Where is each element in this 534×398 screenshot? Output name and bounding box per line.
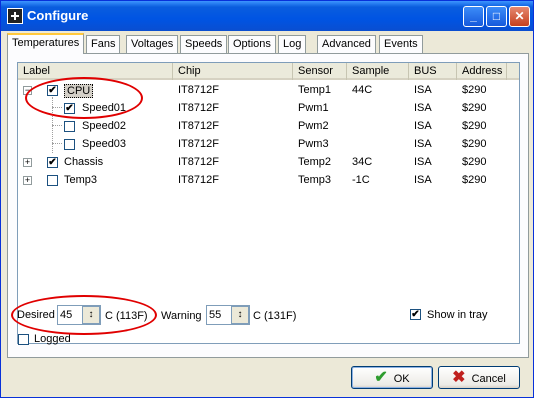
row-sensor: Temp2 [298, 156, 332, 168]
desired-spinner[interactable]: 45 ↕ [57, 305, 101, 325]
row-bus: ISA [414, 102, 432, 114]
row-sensor: Temp1 [298, 84, 332, 96]
row-checkbox[interactable]: ✔ [47, 157, 58, 168]
desired-label: Desired [17, 309, 55, 321]
configure-window: Configure _ □ ✕ Temperatures Fans Voltag… [0, 0, 534, 398]
row-sample: 34C [352, 156, 373, 168]
list-item[interactable]: + ✔ Chassis IT8712F Temp2 34C ISA $290 [18, 154, 519, 172]
warning-value[interactable]: 55 [209, 309, 221, 321]
row-address: $290 [462, 156, 487, 168]
close-button[interactable]: ✕ [509, 6, 530, 27]
desired-spin-arrows-icon[interactable]: ↕ [82, 306, 100, 324]
row-address: $290 [462, 174, 487, 186]
row-sensor: Temp3 [298, 174, 332, 186]
sensor-list[interactable]: Label Chip Sensor Sample BUS Address − ✔ C… [17, 62, 520, 344]
list-item[interactable]: ✔ Speed01 IT8712F Pwm1 ISA $290 [18, 100, 519, 118]
row-checkbox[interactable] [64, 121, 75, 132]
warning-spin-arrows-icon[interactable]: ↕ [231, 306, 249, 324]
column-sensor[interactable]: Sensor [293, 63, 347, 80]
row-bus: ISA [414, 84, 432, 96]
row-bus: ISA [414, 156, 432, 168]
row-chip: IT8712F [178, 102, 219, 114]
logged-checkbox[interactable] [18, 334, 29, 345]
column-bus[interactable]: BUS [409, 63, 457, 80]
maximize-button[interactable]: □ [486, 6, 507, 27]
row-chip: IT8712F [178, 174, 219, 186]
row-sensor: Pwm3 [298, 138, 329, 150]
warning-spinner[interactable]: 55 ↕ [206, 305, 250, 325]
list-item[interactable]: + Temp3 IT8712F Temp3 -1C ISA $290 [18, 172, 519, 190]
cancel-label: Cancel [471, 373, 506, 385]
tab-advanced[interactable]: Advanced [317, 35, 376, 53]
row-label: Temp3 [64, 174, 98, 186]
desired-value[interactable]: 45 [60, 309, 72, 321]
row-sample: 44C [352, 84, 373, 96]
column-label[interactable]: Label [18, 63, 173, 80]
cancel-x-icon: ✖ [452, 369, 466, 386]
row-chip: IT8712F [178, 156, 219, 168]
tab-log[interactable]: Log [278, 35, 307, 53]
list-header: Label Chip Sensor Sample BUS Address [18, 63, 519, 80]
row-bus: ISA [414, 174, 432, 186]
cancel-button[interactable]: ✖ Cancel [438, 366, 520, 389]
show-in-tray-checkbox[interactable]: ✔ [410, 309, 421, 320]
row-label: CPU [64, 84, 94, 98]
app-icon [7, 8, 23, 24]
tab-voltages[interactable]: Voltages [126, 35, 179, 53]
list-item[interactable]: Speed03 IT8712F Pwm3 ISA $290 [18, 136, 519, 154]
title-bar[interactable]: Configure _ □ ✕ [1, 1, 533, 31]
list-item[interactable]: Speed02 IT8712F Pwm2 ISA $290 [18, 118, 519, 136]
row-label: Speed02 [82, 120, 127, 132]
row-chip: IT8712F [178, 84, 219, 96]
ok-label: OK [393, 373, 410, 385]
row-label: Speed01 [82, 102, 127, 114]
show-in-tray-label[interactable]: Show in tray [427, 309, 488, 321]
row-bus: ISA [414, 138, 432, 150]
window-title: Configure [27, 8, 89, 23]
checkmark-icon: ✔ [374, 369, 388, 386]
warning-label: Warning [161, 310, 202, 322]
row-checkbox[interactable]: ✔ [47, 85, 58, 96]
row-sample: -1C [352, 174, 370, 186]
tab-events[interactable]: Events [379, 35, 423, 53]
row-sensor: Pwm1 [298, 102, 329, 114]
row-checkbox[interactable] [64, 139, 75, 150]
expand-icon[interactable]: + [23, 158, 32, 167]
collapse-icon[interactable]: − [23, 86, 32, 95]
row-address: $290 [462, 138, 487, 150]
row-checkbox[interactable]: ✔ [64, 103, 75, 114]
warning-unit: C (131F) [253, 310, 297, 322]
tab-fans[interactable]: Fans [86, 35, 121, 53]
logged-label[interactable]: Logged [34, 333, 71, 345]
column-chip[interactable]: Chip [173, 63, 293, 80]
row-address: $290 [462, 84, 487, 96]
row-checkbox[interactable] [47, 175, 58, 186]
row-address: $290 [462, 120, 487, 132]
tab-speeds[interactable]: Speeds [180, 35, 228, 53]
row-chip: IT8712F [178, 120, 219, 132]
column-address[interactable]: Address [457, 63, 507, 80]
row-chip: IT8712F [178, 138, 219, 150]
ok-button[interactable]: ✔ OK [351, 366, 433, 389]
row-address: $290 [462, 102, 487, 114]
tab-temperatures[interactable]: Temperatures [7, 33, 85, 54]
tab-options[interactable]: Options [228, 35, 276, 53]
row-sensor: Pwm2 [298, 120, 329, 132]
expand-icon[interactable]: + [23, 176, 32, 185]
row-label: Chassis [64, 156, 104, 168]
row-label: Speed03 [82, 138, 127, 150]
column-sample[interactable]: Sample [347, 63, 409, 80]
row-bus: ISA [414, 120, 432, 132]
list-item[interactable]: − ✔ CPU IT8712F Temp1 44C ISA $290 [18, 82, 519, 100]
minimize-button[interactable]: _ [463, 6, 484, 27]
desired-unit: C (113F) [105, 310, 148, 322]
